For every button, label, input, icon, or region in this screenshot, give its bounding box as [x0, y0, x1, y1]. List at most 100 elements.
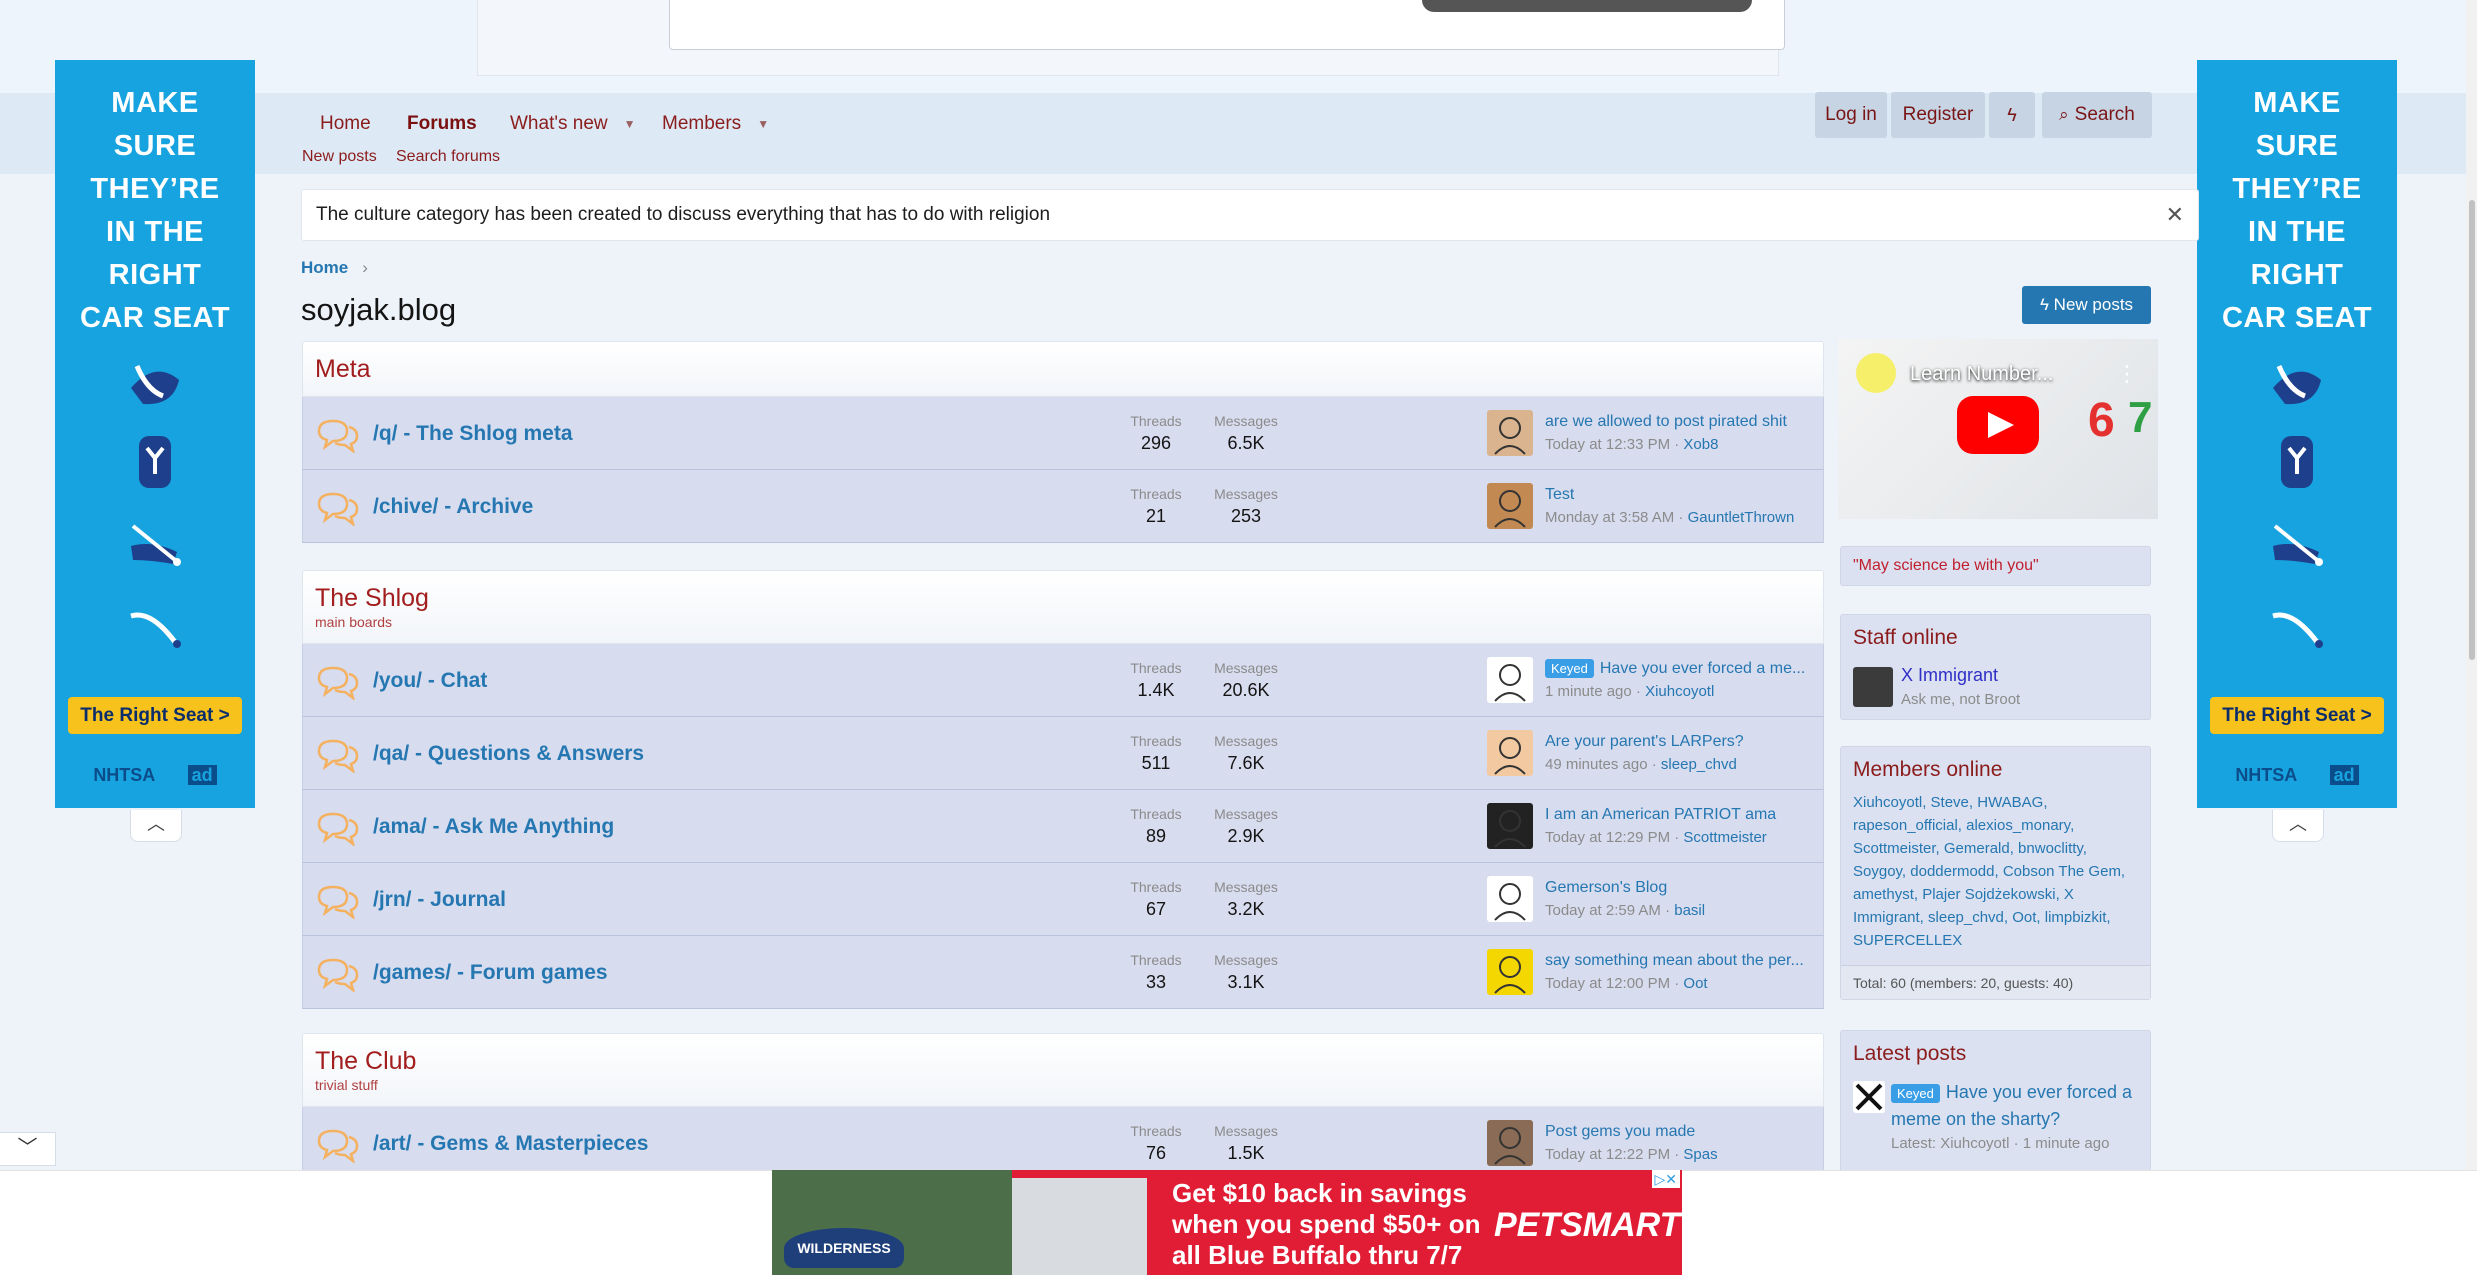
- forum-title[interactable]: /qa/ - Questions & Answers: [373, 717, 644, 790]
- last-post-time[interactable]: 1 minute ago: [1545, 683, 1632, 700]
- avatar[interactable]: [1487, 730, 1533, 776]
- close-icon[interactable]: ✕: [2166, 190, 2184, 240]
- last-post-title-text[interactable]: Are your parent's LARPers?: [1545, 733, 1744, 750]
- last-post-title-text[interactable]: I am an American PATRIOT ama: [1545, 806, 1776, 823]
- last-post-user[interactable]: basil: [1674, 902, 1705, 919]
- last-post-title[interactable]: Are your parent's LARPers?: [1545, 730, 1815, 753]
- last-post-time[interactable]: Today at 12:29 PM: [1545, 829, 1670, 846]
- forum-node[interactable]: /you/ - Chat Threads 1.4K Messages 20.6K Keye…: [302, 644, 1824, 717]
- forum-node[interactable]: /jrn/ - Journal Threads 67 Messages 3.2K Geme…: [302, 863, 1824, 936]
- search-label: Search: [2074, 104, 2135, 125]
- forum-node[interactable]: /qa/ - Questions & Answers Threads 511 Mess…: [302, 717, 1824, 790]
- ad-cta-button[interactable]: The Right Seat >: [2210, 697, 2384, 734]
- category-title[interactable]: The Shlog: [315, 583, 1811, 613]
- forum-bubble-icon: [315, 1127, 361, 1165]
- last-post-title[interactable]: I am an American PATRIOT ama: [1545, 803, 1815, 826]
- category-title[interactable]: The Club: [315, 1046, 1811, 1076]
- avatar[interactable]: [1487, 410, 1533, 456]
- breadcrumb[interactable]: Home ›: [301, 257, 368, 279]
- more-vertical-icon[interactable]: ⋮: [2116, 361, 2138, 387]
- messages-stat: Messages 2.9K: [1211, 804, 1281, 848]
- last-post-title[interactable]: Test: [1545, 483, 1815, 506]
- close-icon[interactable]: ▷✕: [1651, 1170, 1680, 1188]
- collapse-left-ad-button[interactable]: ︿: [130, 810, 182, 842]
- last-post-title-text[interactable]: say something mean about the per...: [1545, 952, 1804, 969]
- new-posts-button[interactable]: ϟ New posts: [2022, 286, 2151, 324]
- last-post-time[interactable]: Monday at 3:58 AM: [1545, 509, 1674, 526]
- avatar[interactable]: [1487, 657, 1533, 703]
- scrollbar-thumb[interactable]: [2469, 200, 2475, 660]
- forum-title[interactable]: /games/ - Forum games: [373, 936, 608, 1009]
- breadcrumb-home[interactable]: Home: [301, 258, 348, 277]
- ad-cta-button[interactable]: The Right Seat >: [68, 697, 242, 734]
- last-post-user[interactable]: Xiuhcoyotl: [1645, 683, 1714, 700]
- last-post-user[interactable]: Scottmeister: [1683, 829, 1766, 846]
- last-post-title-text[interactable]: Have you ever forced a me...: [1600, 660, 1805, 677]
- last-post-time[interactable]: Today at 2:59 AM: [1545, 902, 1661, 919]
- last-post-title[interactable]: Keyed Have you ever forced a me...: [1545, 657, 1815, 680]
- subnav-search-forums[interactable]: Search forums: [396, 146, 500, 168]
- youtube-video[interactable]: Learn Number... ⋮ 6 7: [1838, 339, 2158, 519]
- last-post-title-text[interactable]: Post gems you made: [1545, 1123, 1695, 1140]
- last-post-title[interactable]: are we allowed to post pirated shit: [1545, 410, 1815, 433]
- forum-title[interactable]: /chive/ - Archive: [373, 470, 533, 543]
- last-post-time[interactable]: 49 minutes ago: [1545, 756, 1648, 773]
- forum-node[interactable]: /q/ - The Shlog meta Threads 296 Messages 6.…: [302, 397, 1824, 470]
- right-side-ad[interactable]: MAKE SURE THEY’RE IN THE RIGHT CAR SEAT …: [2197, 60, 2397, 808]
- forum-node[interactable]: /games/ - Forum games Threads 33 Messages 3.…: [302, 936, 1824, 1009]
- ad-sponsor: NHTSA: [93, 765, 155, 785]
- ad-store-logo: PETSMART: [1494, 1206, 1681, 1244]
- category-title[interactable]: Meta: [315, 354, 1811, 384]
- last-post-user[interactable]: Spas: [1683, 1146, 1717, 1163]
- avatar[interactable]: [1487, 1120, 1533, 1166]
- chevron-down-icon[interactable]: ▼: [757, 101, 769, 147]
- search-icon: ⌕: [2059, 105, 2069, 124]
- nav-members[interactable]: Members ▼: [662, 101, 769, 147]
- left-side-ad[interactable]: MAKE SURE THEY’RE IN THE RIGHT CAR SEAT …: [55, 60, 255, 808]
- collapse-right-ad-button[interactable]: ︿: [2272, 810, 2324, 842]
- whats-new-flash-button[interactable]: ϟ: [1989, 92, 2035, 138]
- forum-title[interactable]: /q/ - The Shlog meta: [373, 397, 573, 470]
- last-post-user[interactable]: Oot: [1683, 975, 1707, 992]
- bottom-ad[interactable]: WILDERNESS Get $10 back in savings when …: [772, 1170, 1682, 1275]
- last-post-title-text[interactable]: Test: [1545, 486, 1574, 503]
- last-post-time[interactable]: Today at 12:33 PM: [1545, 436, 1670, 453]
- avatar[interactable]: [1487, 949, 1533, 995]
- forum-title[interactable]: /jrn/ - Journal: [373, 863, 506, 936]
- search-button[interactable]: ⌕ Search: [2042, 92, 2152, 138]
- forum-node[interactable]: /chive/ - Archive Threads 21 Messages 253 Tes…: [302, 470, 1824, 543]
- last-post-user[interactable]: GauntletThrown: [1688, 509, 1795, 526]
- last-post-user[interactable]: sleep_chvd: [1661, 756, 1737, 773]
- avatar[interactable]: [1853, 667, 1893, 707]
- staff-name[interactable]: X Immigrant: [1901, 665, 1998, 686]
- login-button[interactable]: Log in: [1815, 92, 1887, 138]
- last-post-title-text[interactable]: Gemerson's Blog: [1545, 879, 1667, 896]
- forum-title[interactable]: /ama/ - Ask Me Anything: [373, 790, 614, 863]
- last-post-time[interactable]: Today at 12:22 PM: [1545, 1146, 1670, 1163]
- last-post-title[interactable]: Gemerson's Blog: [1545, 876, 1815, 899]
- last-post-title[interactable]: say something mean about the per...: [1545, 949, 1815, 972]
- play-icon[interactable]: [1957, 396, 2039, 454]
- threads-stat: Threads 76: [1121, 1121, 1191, 1165]
- threads-label: Threads: [1130, 486, 1182, 502]
- nav-home[interactable]: Home: [320, 101, 371, 147]
- collapse-bottom-ad-button[interactable]: ﹀: [0, 1132, 56, 1166]
- chevron-down-icon[interactable]: ▼: [624, 101, 636, 147]
- last-post-user[interactable]: Xob8: [1683, 436, 1718, 453]
- avatar[interactable]: [1853, 1081, 1885, 1113]
- last-post-title-text[interactable]: are we allowed to post pirated shit: [1545, 413, 1787, 430]
- forum-title[interactable]: /you/ - Chat: [373, 644, 487, 717]
- avatar[interactable]: [1487, 483, 1533, 529]
- latest-post-link[interactable]: Keyed Have you ever forced a meme on the …: [1891, 1079, 2141, 1133]
- last-post-title[interactable]: Post gems you made: [1545, 1120, 1815, 1143]
- last-post-time[interactable]: Today at 12:00 PM: [1545, 975, 1670, 992]
- members-online-list[interactable]: Xiuhcoyotl, Steve, HWABAG, rapeson_offic…: [1853, 791, 2138, 952]
- subnav-new-posts[interactable]: New posts: [302, 146, 377, 168]
- register-button[interactable]: Register: [1891, 92, 1985, 138]
- nav-whats-new[interactable]: What's new ▼: [510, 101, 636, 147]
- forum-node[interactable]: /ama/ - Ask Me Anything Threads 89 Messages…: [302, 790, 1824, 863]
- nav-forums[interactable]: Forums: [407, 101, 477, 147]
- chevron-up-icon: ︿: [2289, 814, 2307, 834]
- avatar[interactable]: [1487, 803, 1533, 849]
- avatar[interactable]: [1487, 876, 1533, 922]
